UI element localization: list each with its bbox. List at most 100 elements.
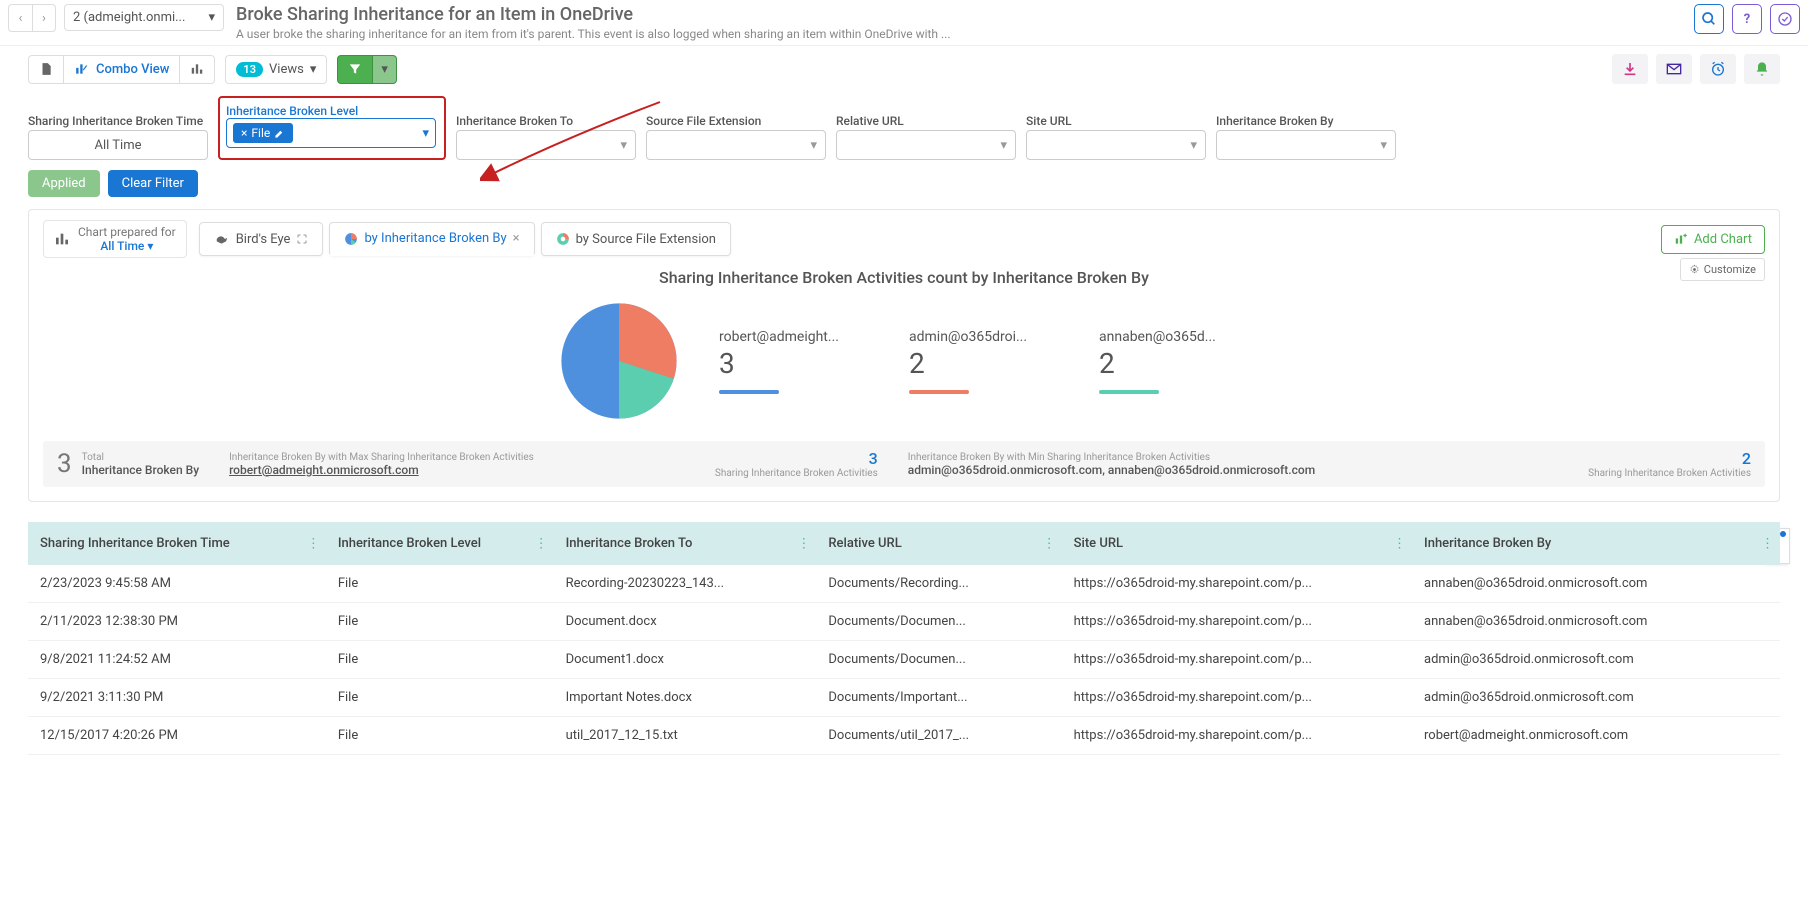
email-button[interactable]	[1656, 54, 1692, 84]
page-title: Broke Sharing Inheritance for an Item in…	[236, 4, 1694, 25]
close-icon[interactable]: ×	[513, 231, 520, 246]
download-button[interactable]	[1612, 54, 1648, 84]
clear-filter-button[interactable]: Clear Filter	[108, 170, 198, 197]
document-icon	[39, 62, 53, 76]
stat-1-bar	[719, 390, 779, 394]
table-cell: Important Notes.docx	[554, 679, 817, 717]
chevron-down-icon: ▾	[310, 62, 317, 77]
funnel-icon	[348, 62, 362, 76]
column-menu-icon[interactable]: ⋮	[535, 536, 548, 551]
table-cell: https://o365droid-my.sharepoint.com/p...	[1062, 641, 1412, 679]
stat-3-email: annaben@o365d...	[1099, 329, 1249, 345]
table-row[interactable]: 9/2/2021 3:11:30 PMFileImportant Notes.d…	[28, 679, 1780, 717]
table-cell: https://o365droid-my.sharepoint.com/p...	[1062, 565, 1412, 603]
table-row[interactable]: 2/23/2023 9:45:58 AMFileRecording-202302…	[28, 565, 1780, 603]
combo-view-tab[interactable]: Combo View	[64, 56, 180, 83]
table-cell: Documents/Documen...	[816, 641, 1061, 679]
views-dropdown[interactable]: 13 Views ▾	[225, 55, 327, 84]
column-header[interactable]: Relative URL⋮	[816, 522, 1061, 565]
highlighted-filter-level: Inheritance Broken Level × File ▾	[218, 96, 446, 160]
filter-to-label: Inheritance Broken To	[456, 114, 636, 128]
summary-max-value: 3	[715, 449, 878, 468]
table-cell: admin@o365droid.onmicrosoft.com	[1412, 641, 1780, 679]
table-cell: util_2017_12_15.txt	[554, 717, 817, 755]
tab-by-broken-by[interactable]: by Inheritance Broken By ×	[329, 222, 534, 256]
help-button[interactable]: ?	[1732, 4, 1762, 34]
table-cell: File	[326, 679, 554, 717]
summary-min-value: 2	[1588, 449, 1751, 468]
nav-forward-button[interactable]: ›	[32, 4, 56, 32]
tab-birdseye-label: Bird's Eye	[236, 232, 291, 247]
filter-level-input[interactable]: × File ▾	[226, 118, 436, 148]
chevron-down-icon: ▾	[208, 10, 215, 25]
add-chart-button[interactable]: Add Chart	[1661, 225, 1765, 254]
table-row[interactable]: 12/15/2017 4:20:26 PMFileutil_2017_12_15…	[28, 717, 1780, 755]
customize-button[interactable]: Customize	[1680, 258, 1765, 281]
column-menu-icon[interactable]: ⋮	[307, 536, 320, 551]
customize-label: Customize	[1704, 263, 1756, 276]
summary-max-link[interactable]: robert@admeight.onmicrosoft.com	[229, 463, 419, 477]
summary-total-sub: Total	[82, 452, 199, 463]
applied-button[interactable]: Applied	[28, 170, 100, 197]
check-button[interactable]	[1770, 4, 1800, 34]
filter-ext-input[interactable]: ▾	[646, 130, 826, 160]
table-cell: Recording-20230223_143...	[554, 565, 817, 603]
filter-dropdown-button[interactable]: ▾	[373, 55, 397, 84]
stat-3-bar	[1099, 390, 1159, 394]
chart-prep-value: All Time	[100, 239, 144, 253]
column-header[interactable]: Site URL⋮	[1062, 522, 1412, 565]
search-button[interactable]	[1694, 4, 1724, 34]
table-row[interactable]: 9/8/2021 11:24:52 AMFileDocument1.docxDo…	[28, 641, 1780, 679]
chevron-down-icon: ▾	[422, 126, 429, 141]
chip-x-icon[interactable]: ×	[241, 126, 247, 140]
filter-relurl-input[interactable]: ▾	[836, 130, 1016, 160]
table-cell: Documents/Important...	[816, 679, 1061, 717]
table-cell: File	[326, 603, 554, 641]
filter-level-chip[interactable]: × File	[233, 123, 293, 143]
column-header[interactable]: Inheritance Broken Level⋮	[326, 522, 554, 565]
stat-2-bar	[909, 390, 969, 394]
tab-by-extension[interactable]: by Source File Extension	[541, 222, 731, 256]
column-menu-icon[interactable]: ⋮	[1043, 536, 1056, 551]
table-cell: annaben@o365droid.onmicrosoft.com	[1412, 603, 1780, 641]
table-cell: File	[326, 717, 554, 755]
bar-chart-icon	[54, 231, 70, 247]
column-header[interactable]: Inheritance Broken To⋮	[554, 522, 817, 565]
column-header[interactable]: Inheritance Broken By⋮	[1412, 522, 1780, 565]
stat-card-2: admin@o365droi... 2	[909, 329, 1059, 394]
chart-view-tab[interactable]	[180, 56, 214, 83]
column-menu-icon[interactable]: ⋮	[797, 536, 810, 551]
filter-button[interactable]	[337, 55, 373, 84]
expand-icon	[296, 233, 308, 245]
filter-time-input[interactable]: All Time	[28, 130, 208, 160]
combo-icon	[74, 62, 90, 76]
column-menu-icon[interactable]: ⋮	[1761, 536, 1774, 551]
chip-label: File	[251, 126, 270, 140]
table-row[interactable]: 2/11/2023 12:38:30 PMFileDocument.docxDo…	[28, 603, 1780, 641]
table-cell: Document.docx	[554, 603, 817, 641]
filter-to-input[interactable]: ▾	[456, 130, 636, 160]
table-cell: robert@admeight.onmicrosoft.com	[1412, 717, 1780, 755]
chart-prepared-for[interactable]: Chart prepared for All Time ▾	[43, 220, 187, 258]
filter-siteurl-label: Site URL	[1026, 114, 1206, 128]
column-header[interactable]: Sharing Inheritance Broken Time⋮	[28, 522, 326, 565]
tab-birdseye[interactable]: Bird's Eye	[199, 222, 324, 256]
stat-card-3: annaben@o365d... 2	[1099, 329, 1249, 394]
edit-icon	[274, 128, 285, 139]
tenant-select[interactable]: 2 (admeight.onmi... ▾	[64, 4, 224, 31]
add-chart-label: Add Chart	[1694, 232, 1752, 247]
bell-icon	[1754, 61, 1770, 77]
table-cell: 9/8/2021 11:24:52 AM	[28, 641, 326, 679]
results-table: Sharing Inheritance Broken Time⋮Inherita…	[28, 522, 1780, 755]
summary-min-main: admin@o365droid.onmicrosoft.com, annaben…	[908, 463, 1578, 477]
chevron-down-icon: ▾	[147, 239, 153, 253]
filter-by-input[interactable]: ▾	[1216, 130, 1396, 160]
filter-siteurl-input[interactable]: ▾	[1026, 130, 1206, 160]
column-menu-icon[interactable]: ⋮	[1393, 536, 1406, 551]
nav-back-button[interactable]: ‹	[8, 4, 32, 32]
alarm-button[interactable]	[1700, 54, 1736, 84]
table-cell: 9/2/2021 3:11:30 PM	[28, 679, 326, 717]
notify-button[interactable]	[1744, 54, 1780, 84]
doc-view-tab[interactable]	[29, 56, 64, 83]
chevron-down-icon: ▾	[810, 138, 817, 153]
